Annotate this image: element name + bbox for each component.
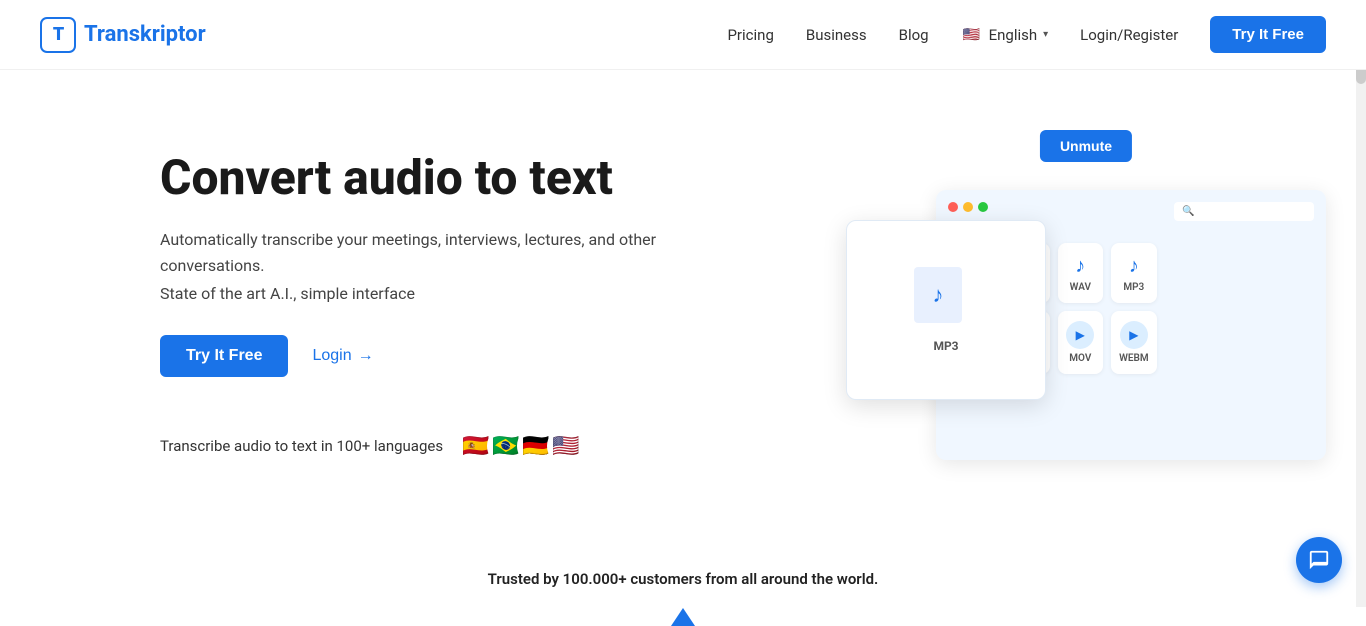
flag-group: 🇪🇸 🇧🇷 🇩🇪 🇺🇸 bbox=[457, 427, 585, 465]
trusted-section: Trusted by 100.000+ customers from all a… bbox=[0, 550, 1366, 598]
bottom-triangle bbox=[0, 598, 1366, 626]
file-card-webm: ▶ WEBM bbox=[1111, 311, 1157, 374]
dot-yellow bbox=[963, 202, 973, 212]
logo-icon: T bbox=[40, 17, 76, 53]
mp3-label: MP3 bbox=[933, 339, 958, 353]
hero-section: Convert audio to text Automatically tran… bbox=[0, 70, 1366, 550]
nav-pricing[interactable]: Pricing bbox=[727, 26, 773, 44]
try-it-free-header-button[interactable]: Try It Free bbox=[1210, 16, 1326, 53]
nav-business[interactable]: Business bbox=[806, 26, 867, 44]
music-icon-mp3: ♪ bbox=[1129, 253, 1139, 278]
note-paper bbox=[914, 267, 962, 323]
nav-blog[interactable]: Blog bbox=[899, 26, 929, 44]
file-card-mov: ▶ MOV bbox=[1058, 311, 1104, 374]
trusted-text: Trusted by 100.000+ customers from all a… bbox=[488, 570, 879, 588]
us-flag: 🇺🇸 bbox=[961, 24, 983, 46]
language-label: English bbox=[989, 26, 1038, 44]
browser-window-front: MP3 bbox=[846, 220, 1046, 400]
file-card-mp3-top: ♪ MP3 bbox=[1111, 243, 1157, 303]
language-selector[interactable]: 🇺🇸 English ▾ bbox=[961, 24, 1049, 46]
dot-red bbox=[948, 202, 958, 212]
nav-login-register[interactable]: Login/Register bbox=[1080, 26, 1178, 44]
play-icon-webm: ▶ bbox=[1120, 321, 1148, 349]
flag-usa: 🇺🇸 bbox=[547, 427, 585, 465]
hero-description: Automatically transcribe your meetings, … bbox=[160, 227, 680, 278]
login-label: Login bbox=[312, 347, 351, 365]
file-card-wav: ♪ WAV bbox=[1058, 243, 1104, 303]
triangle-up-icon bbox=[671, 608, 695, 626]
hero-title: Convert audio to text bbox=[160, 150, 680, 205]
arrow-icon: → bbox=[358, 347, 374, 365]
logo-text: Transkriptor bbox=[84, 22, 206, 47]
chat-bubble-button[interactable] bbox=[1296, 537, 1342, 583]
chat-icon bbox=[1308, 549, 1330, 571]
play-icon-mov: ▶ bbox=[1066, 321, 1094, 349]
browser-search-bar: 🔍 bbox=[1174, 202, 1314, 221]
header: T Transkriptor Pricing Business Blog 🇺🇸 … bbox=[0, 0, 1366, 70]
logo-link[interactable]: T Transkriptor bbox=[40, 17, 206, 53]
hero-mockup: Unmute 🔍 bbox=[846, 130, 1326, 510]
hero-buttons: Try It Free Login → bbox=[160, 335, 680, 377]
mockup-container: 🔍 ♪ bbox=[846, 170, 1326, 490]
file-label-webm: WEBM bbox=[1119, 353, 1149, 364]
search-icon: 🔍 bbox=[1182, 206, 1194, 217]
hero-left: Convert audio to text Automatically tran… bbox=[160, 130, 680, 465]
unmute-button[interactable]: Unmute bbox=[1040, 130, 1132, 162]
file-label-wav: WAV bbox=[1070, 282, 1091, 293]
lang-row-text: Transcribe audio to text in 100+ languag… bbox=[160, 437, 443, 455]
hero-subtext: State of the art A.I., simple interface bbox=[160, 284, 680, 303]
file-label-mov: MOV bbox=[1069, 353, 1091, 364]
languages-row: Transcribe audio to text in 100+ languag… bbox=[160, 427, 680, 465]
file-label-mp3: MP3 bbox=[1123, 282, 1144, 293]
music-icon-wav: ♪ bbox=[1075, 253, 1085, 278]
mp3-file-icon bbox=[914, 267, 978, 331]
dot-green bbox=[978, 202, 988, 212]
main-nav: Pricing Business Blog 🇺🇸 English ▾ Login… bbox=[727, 16, 1326, 53]
try-it-free-hero-button[interactable]: Try It Free bbox=[160, 335, 288, 377]
login-button[interactable]: Login → bbox=[312, 347, 373, 365]
chevron-down-icon: ▾ bbox=[1043, 29, 1048, 40]
